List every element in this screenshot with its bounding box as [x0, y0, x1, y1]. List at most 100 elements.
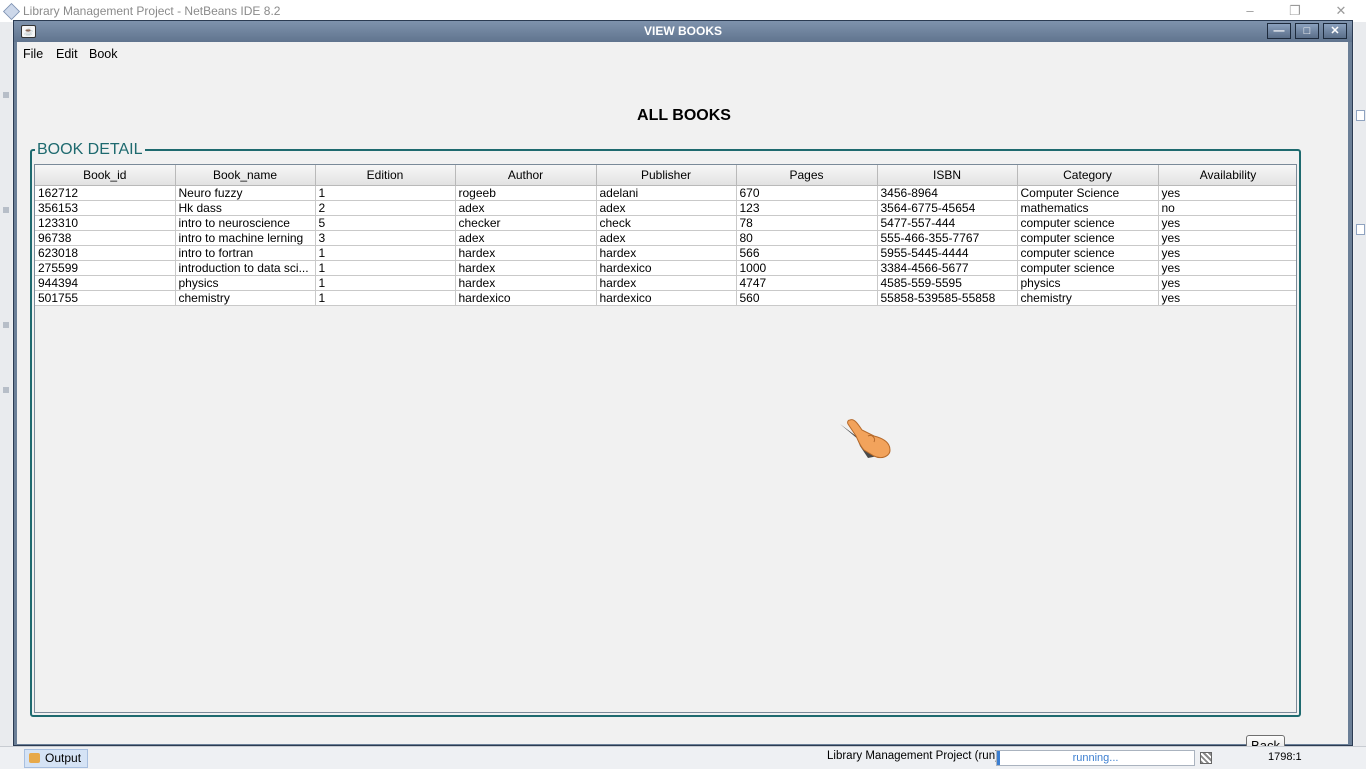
table-cell[interactable]: physics	[175, 275, 316, 291]
table-cell[interactable]: computer science	[1017, 260, 1159, 276]
table-row[interactable]: 162712 Neuro fuzzy 1 rogeeb adelani 670 3456-8…	[35, 185, 1296, 201]
table-row[interactable]: 356153 Hk dass 2 adex adex 123 3564-6775-45654…	[35, 200, 1296, 216]
column-header[interactable]: Category	[1017, 165, 1159, 186]
table-cell[interactable]: 3456-8964	[877, 185, 1018, 201]
table-cell[interactable]: 96738	[35, 230, 176, 246]
table-row[interactable]: 96738 intro to machine lerning 3 adex adex 80…	[35, 230, 1296, 246]
menu-book[interactable]: Book	[89, 47, 118, 61]
table-cell[interactable]: 3564-6775-45654	[877, 200, 1018, 216]
table-cell[interactable]: hardex	[455, 245, 597, 261]
table-cell[interactable]: hardexico	[596, 290, 737, 306]
table-cell[interactable]: hardex	[596, 245, 737, 261]
table-cell[interactable]: hardex	[455, 260, 597, 276]
table-cell[interactable]: 123310	[35, 215, 176, 231]
table-cell[interactable]: 4747	[736, 275, 878, 291]
table-cell[interactable]: Computer Science	[1017, 185, 1159, 201]
table-cell[interactable]: 1	[315, 275, 456, 291]
close-icon[interactable]: ✕	[1323, 23, 1347, 39]
menu-edit[interactable]: Edit	[56, 47, 78, 61]
table-cell[interactable]: adex	[596, 200, 737, 216]
table-cell[interactable]: chemistry	[1017, 290, 1159, 306]
table-row[interactable]: 944394 physics 1 hardex hardex 4747 4585-559-5…	[35, 275, 1296, 291]
table-cell[interactable]: 670	[736, 185, 878, 201]
table-cell[interactable]: checker	[455, 215, 597, 231]
table-cell[interactable]: chemistry	[175, 290, 316, 306]
table-cell[interactable]: 944394	[35, 275, 176, 291]
table-cell[interactable]: 1000	[736, 260, 878, 276]
table-cell[interactable]: hardexico	[455, 290, 597, 306]
table-cell[interactable]: 4585-559-5595	[877, 275, 1018, 291]
table-cell[interactable]: check	[596, 215, 737, 231]
table-cell[interactable]: 356153	[35, 200, 176, 216]
table-cell[interactable]: yes	[1158, 275, 1296, 291]
ide-minimize-icon[interactable]: –	[1235, 2, 1265, 20]
column-header[interactable]: Book_id	[35, 165, 176, 186]
table-cell[interactable]: yes	[1158, 260, 1296, 276]
table-cell[interactable]: 566	[736, 245, 878, 261]
table-cell[interactable]: adex	[455, 230, 597, 246]
column-header[interactable]: Book_name	[175, 165, 316, 186]
table-cell[interactable]: Neuro fuzzy	[175, 185, 316, 201]
column-header[interactable]: ISBN	[877, 165, 1018, 186]
table-cell[interactable]: computer science	[1017, 245, 1159, 261]
ide-restore-icon[interactable]: ❐	[1280, 2, 1310, 20]
table-cell[interactable]: computer science	[1017, 230, 1159, 246]
table-cell[interactable]: 80	[736, 230, 878, 246]
table-cell[interactable]: 1	[315, 245, 456, 261]
output-tab[interactable]: Output	[24, 749, 89, 768]
table-cell[interactable]: adex	[455, 200, 597, 216]
table-cell[interactable]: 5477-557-444	[877, 215, 1018, 231]
table-cell[interactable]: yes	[1158, 230, 1296, 246]
table-cell[interactable]: 623018	[35, 245, 176, 261]
table-cell[interactable]: physics	[1017, 275, 1159, 291]
table-cell[interactable]: 1	[315, 290, 456, 306]
table-cell[interactable]: 501755	[35, 290, 176, 306]
table-cell[interactable]: adelani	[596, 185, 737, 201]
ide-close-icon[interactable]: ✕	[1326, 2, 1356, 20]
table-cell[interactable]: 1	[315, 185, 456, 201]
table-cell[interactable]: hardexico	[596, 260, 737, 276]
table-cell[interactable]: 3	[315, 230, 456, 246]
table-cell[interactable]: 55858-539585-55858	[877, 290, 1018, 306]
table-cell[interactable]: 2	[315, 200, 456, 216]
table-cell[interactable]: intro to neuroscience	[175, 215, 316, 231]
table-cell[interactable]: yes	[1158, 185, 1296, 201]
table-cell[interactable]: 3384-4566-5677	[877, 260, 1018, 276]
table-cell[interactable]: rogeeb	[455, 185, 597, 201]
table-cell[interactable]: 1	[315, 260, 456, 276]
table-cell[interactable]: yes	[1158, 290, 1296, 306]
table-cell[interactable]: mathematics	[1017, 200, 1159, 216]
table-cell[interactable]: no	[1158, 200, 1296, 216]
column-header[interactable]: Publisher	[596, 165, 737, 186]
table-cell[interactable]: 123	[736, 200, 878, 216]
maximize-icon[interactable]: □	[1295, 23, 1319, 39]
table-cell[interactable]: 560	[736, 290, 878, 306]
column-header[interactable]: Edition	[315, 165, 456, 186]
table-cell[interactable]: 5	[315, 215, 456, 231]
table-cell[interactable]: intro to machine lerning	[175, 230, 316, 246]
table-cell[interactable]: 555-466-355-7767	[877, 230, 1018, 246]
table-cell[interactable]: Hk dass	[175, 200, 316, 216]
table-cell[interactable]: 275599	[35, 260, 176, 276]
table-row[interactable]: 623018 intro to fortran 1 hardex hardex 566 59…	[35, 245, 1296, 261]
table-cell[interactable]: hardex	[596, 275, 737, 291]
table-cell[interactable]: hardex	[455, 275, 597, 291]
column-header[interactable]: Pages	[736, 165, 878, 186]
column-header[interactable]: Availability	[1158, 165, 1296, 186]
column-header[interactable]: Author	[455, 165, 597, 186]
table-cell[interactable]: computer science	[1017, 215, 1159, 231]
table-cell[interactable]: intro to fortran	[175, 245, 316, 261]
table-row[interactable]: 275599 introduction to data sci... 1 hardex…	[35, 260, 1296, 276]
table-row[interactable]: 501755 chemistry 1 hardexico hardexico 560 558…	[35, 290, 1296, 306]
table-cell[interactable]: adex	[596, 230, 737, 246]
table-cell[interactable]: 78	[736, 215, 878, 231]
table-cell[interactable]: yes	[1158, 215, 1296, 231]
stop-icon[interactable]	[1200, 752, 1212, 764]
books-table-scrollpane[interactable]: Book_id Book_name Edition Author Publish…	[34, 164, 1297, 713]
table-row[interactable]: 123310 intro to neuroscience 5 checker check…	[35, 215, 1296, 231]
table-cell[interactable]: yes	[1158, 245, 1296, 261]
table-cell[interactable]: introduction to data sci...	[175, 260, 316, 276]
minimize-icon[interactable]: —	[1267, 23, 1291, 39]
menu-file[interactable]: File	[23, 47, 43, 61]
table-cell[interactable]: 5955-5445-4444	[877, 245, 1018, 261]
